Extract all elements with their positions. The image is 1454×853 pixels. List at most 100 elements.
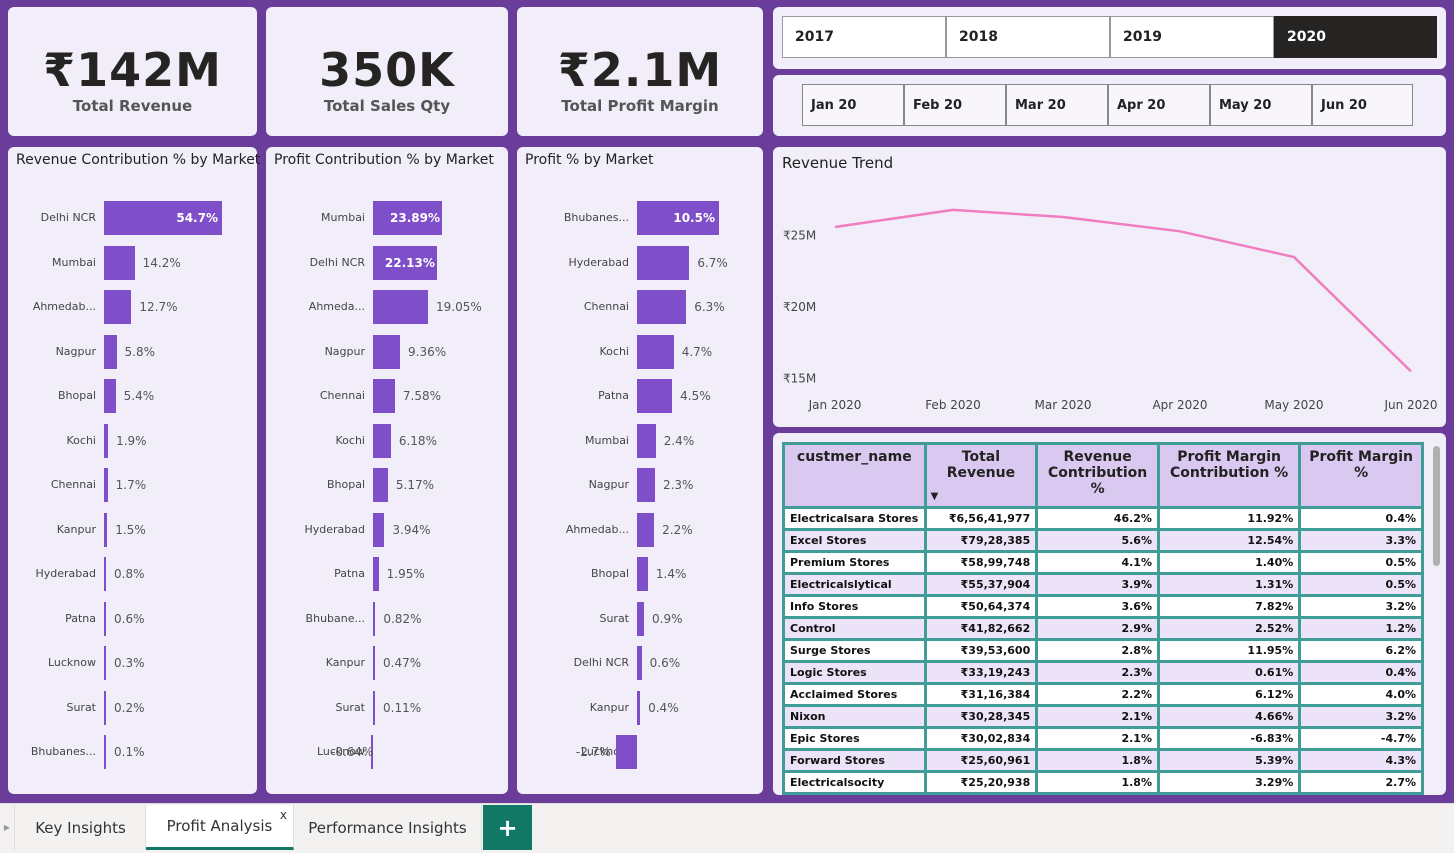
bar[interactable]: [637, 423, 656, 458]
bar[interactable]: [637, 690, 641, 725]
column-header-profit-margin-contribution[interactable]: Profit Margin Contribution %: [1156, 442, 1302, 509]
tab-performance-insights[interactable]: Performance Insights: [294, 805, 482, 850]
bar-row[interactable]: Mumbai 23.89%: [266, 201, 508, 235]
bar-row[interactable]: Surat 0.11%: [266, 690, 508, 725]
bar-row[interactable]: Patna 4.5%: [517, 379, 763, 413]
bar-row[interactable]: Chennai 1.7%: [8, 468, 257, 502]
bar-row[interactable]: Kanpur 0.47%: [266, 646, 508, 680]
column-header-customer[interactable]: custmer_name: [782, 442, 927, 509]
bar[interactable]: [615, 735, 637, 769]
bar-row[interactable]: Bhopal 5.4%: [8, 379, 257, 413]
bar-row[interactable]: Kochi 6.18%: [266, 423, 508, 458]
bar-row[interactable]: Delhi NCR 22.13%: [266, 245, 508, 280]
bar-row[interactable]: Kanpur 0.4%: [517, 690, 763, 725]
bar[interactable]: [637, 557, 648, 591]
add-page-button[interactable]: +: [483, 805, 532, 850]
bar[interactable]: [373, 512, 385, 547]
bar-row[interactable]: Chennai 6.3%: [517, 290, 763, 324]
tab-key-insights[interactable]: Key Insights: [16, 805, 146, 850]
bar[interactable]: [104, 646, 106, 680]
bar-row[interactable]: Kochi 1.9%: [8, 423, 257, 458]
bar-row[interactable]: Surat 0.2%: [8, 690, 257, 725]
month-button-jan[interactable]: Jan 20: [802, 84, 904, 126]
table-row[interactable]: Electricalslytical ₹55,37,904 3.9% 1.31% 0.5…: [782, 572, 1424, 597]
bar[interactable]: [637, 468, 655, 502]
tab-profit-analysis[interactable]: Profit Analysis x: [146, 805, 294, 850]
table-row[interactable]: Excel Stores ₹79,28,385 5.6% 12.54% 3.3%: [782, 528, 1424, 553]
bar[interactable]: [637, 512, 655, 547]
bar[interactable]: [637, 646, 642, 680]
bar[interactable]: [104, 423, 109, 458]
table-row[interactable]: Surge Stores ₹39,53,600 2.8% 11.95% 6.2%: [782, 638, 1424, 663]
bar-row[interactable]: Mumbai 14.2%: [8, 245, 257, 280]
bar[interactable]: [637, 290, 687, 324]
table-scrollbar[interactable]: [1433, 446, 1440, 566]
bar[interactable]: [104, 290, 132, 324]
bar-row[interactable]: Ahmedab... 12.7%: [8, 290, 257, 324]
bar-row[interactable]: Ahmeda... 19.05%: [266, 290, 508, 324]
column-header-total-revenue[interactable]: Total Revenue ▼: [923, 442, 1039, 509]
bar-row[interactable]: Chennai 7.58%: [266, 379, 508, 413]
bar[interactable]: [373, 468, 388, 502]
bar[interactable]: [104, 245, 135, 280]
table-row[interactable]: Electricalsocity ₹25,20,938 1.8% 3.29% 2.7%: [782, 770, 1424, 795]
bar-row[interactable]: Delhi NCR 0.6%: [517, 646, 763, 680]
bar-row[interactable]: Nagpur 5.8%: [8, 334, 257, 369]
bar-row[interactable]: Bhubanes... 10.5%: [517, 201, 763, 235]
bar[interactable]: [373, 690, 375, 725]
bar-row[interactable]: Bhopal 5.17%: [266, 468, 508, 502]
tab-scroll-left-icon[interactable]: ▶: [0, 805, 15, 850]
bar-row[interactable]: Hyderabad 3.94%: [266, 512, 508, 547]
bar-row[interactable]: Lucknow -2.7%: [517, 735, 763, 769]
bar[interactable]: [373, 646, 375, 680]
kpi-card-total-profit-margin[interactable]: ₹2.1M Total Profit Margin: [517, 7, 763, 136]
bar-row[interactable]: Lucknow 0.3%: [8, 646, 257, 680]
year-button-2019[interactable]: 2019: [1110, 16, 1274, 58]
bar-row[interactable]: Lucknow -0.64%: [266, 735, 508, 769]
bar-row[interactable]: Surat 0.9%: [517, 601, 763, 636]
table-row[interactable]: Info Stores ₹50,64,374 3.6% 7.82% 3.2%: [782, 594, 1424, 619]
bar-row[interactable]: Hyderabad 6.7%: [517, 245, 763, 280]
bar[interactable]: [104, 690, 106, 725]
table-row[interactable]: Control ₹41,82,662 2.9% 2.52% 1.2%: [782, 616, 1424, 641]
bar[interactable]: [104, 379, 116, 413]
bar[interactable]: [104, 735, 106, 769]
bar-row[interactable]: Mumbai 2.4%: [517, 423, 763, 458]
year-button-2020[interactable]: 2020: [1274, 16, 1437, 58]
bar[interactable]: [637, 245, 690, 280]
bar[interactable]: [373, 601, 376, 636]
table-row[interactable]: Forward Stores ₹25,60,961 1.8% 5.39% 4.3%: [782, 748, 1424, 773]
bar[interactable]: [104, 601, 106, 636]
bar-row[interactable]: Ahmedab... 2.2%: [517, 512, 763, 547]
column-header-profit-margin[interactable]: Profit Margin %: [1298, 442, 1424, 509]
bar-row[interactable]: Bhopal 1.4%: [517, 557, 763, 591]
kpi-card-total-revenue[interactable]: ₹142M Total Revenue: [8, 7, 257, 136]
kpi-card-total-sales-qty[interactable]: 350K Total Sales Qty: [266, 7, 508, 136]
bar-row[interactable]: Patna 0.6%: [8, 601, 257, 636]
close-icon[interactable]: x: [280, 808, 287, 822]
bar-row[interactable]: Bhubane... 0.82%: [266, 601, 508, 636]
year-button-2017[interactable]: 2017: [782, 16, 946, 58]
table-row[interactable]: Nixon ₹30,28,345 2.1% 4.66% 3.2%: [782, 704, 1424, 729]
month-button-apr[interactable]: Apr 20: [1108, 84, 1210, 126]
column-header-revenue-contribution[interactable]: Revenue Contribution %: [1035, 442, 1160, 509]
bar-row[interactable]: Kanpur 1.5%: [8, 512, 257, 547]
bar-row[interactable]: Nagpur 2.3%: [517, 468, 763, 502]
bar[interactable]: [373, 379, 395, 413]
bar[interactable]: [637, 379, 673, 413]
bar[interactable]: [104, 468, 108, 502]
bar-row[interactable]: Hyderabad 0.8%: [8, 557, 257, 591]
bar[interactable]: [104, 557, 106, 591]
table-row[interactable]: Electricalsara Stores ₹6,56,41,977 46.2% 11…: [782, 506, 1424, 531]
bar-row[interactable]: Patna 1.95%: [266, 557, 508, 591]
bar-row[interactable]: Delhi NCR 54.7%: [8, 201, 257, 235]
table-row[interactable]: Acclaimed Stores ₹31,16,384 2.2% 6.12% 4.0%: [782, 682, 1424, 707]
year-button-2018[interactable]: 2018: [946, 16, 1110, 58]
table-row[interactable]: Logic Stores ₹33,19,243 2.3% 0.61% 0.4%: [782, 660, 1424, 685]
bar[interactable]: [637, 601, 645, 636]
bar[interactable]: [373, 423, 391, 458]
month-button-jun[interactable]: Jun 20: [1312, 84, 1413, 126]
month-button-mar[interactable]: Mar 20: [1006, 84, 1108, 126]
bar[interactable]: [373, 334, 401, 369]
month-button-may[interactable]: May 20: [1210, 84, 1312, 126]
